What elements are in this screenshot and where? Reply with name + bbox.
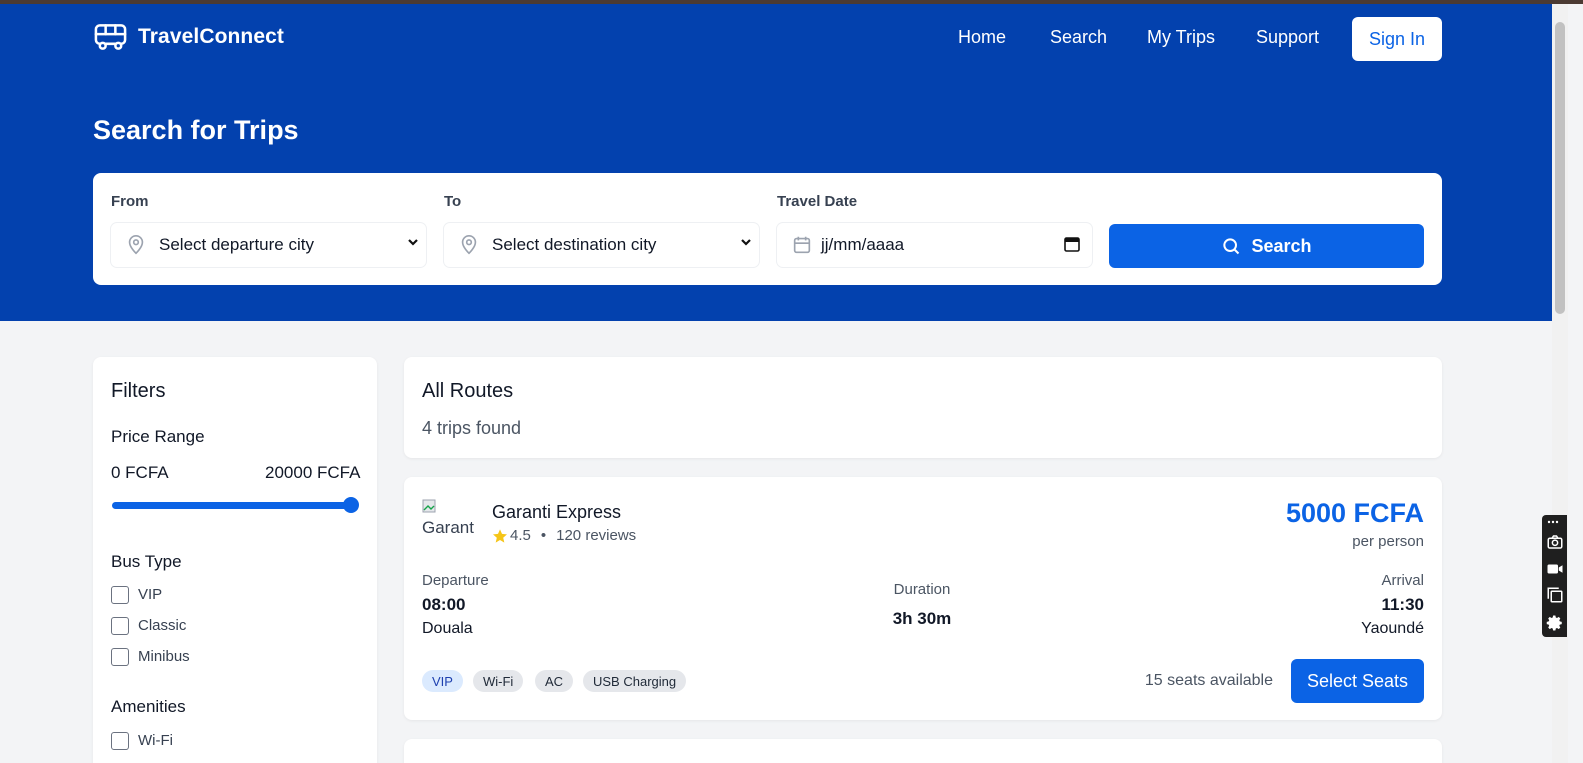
nav-search[interactable]: Search — [1050, 27, 1107, 48]
arrival-label: Arrival — [1381, 572, 1424, 589]
rating-value: 4.5 — [510, 527, 531, 544]
company-logo-alt: Garant — [422, 518, 474, 537]
brand-name: TravelConnect — [138, 25, 285, 48]
checkbox-minibus-label: Minibus — [138, 648, 190, 665]
reviews-count: 120 reviews — [556, 527, 637, 544]
bus-type-label: Bus Type — [111, 552, 182, 571]
calendar-picker-icon[interactable] — [1064, 236, 1080, 252]
gear-icon[interactable] — [1546, 614, 1564, 632]
badge-wifi: Wi-Fi — [473, 670, 524, 692]
nav-home[interactable]: Home — [958, 27, 1006, 48]
brand-logo[interactable]: TravelConnect — [93, 22, 284, 52]
video-icon[interactable] — [1546, 560, 1564, 578]
departure-city: Douala — [422, 620, 473, 637]
scrollbar-thumb[interactable] — [1555, 22, 1565, 314]
duration-label: Duration — [893, 581, 951, 598]
badge-vip: VIP — [422, 670, 463, 692]
from-select[interactable]: Select departure city — [111, 223, 426, 267]
arrival-time: 11:30 — [1381, 595, 1424, 614]
trips-count: 4 trips found — [422, 418, 522, 438]
nav-my-trips[interactable]: My Trips — [1147, 27, 1215, 48]
price-slider-handle[interactable] — [343, 497, 359, 513]
sign-in-button[interactable]: Sign In — [1352, 17, 1442, 61]
star-icon — [493, 528, 507, 543]
checkbox-wifi-label: Wi-Fi — [138, 732, 173, 749]
from-value: Select departure city — [159, 235, 314, 254]
trip-card — [404, 739, 1442, 763]
checkbox-classic-label: Classic — [138, 617, 187, 634]
bus-icon — [94, 24, 127, 50]
to-value: Select destination city — [492, 235, 657, 254]
location-pin-icon — [461, 235, 477, 255]
to-select[interactable]: Select destination city — [444, 223, 759, 267]
to-label: To — [444, 193, 462, 210]
rating-row: 4.5 • 120 reviews — [492, 527, 636, 544]
chevron-down-icon — [408, 239, 418, 246]
more-icon[interactable] — [1546, 517, 1560, 527]
price-min: 0 FCFA — [111, 463, 169, 482]
routes-summary — [404, 357, 1442, 458]
chevron-down-icon — [741, 239, 751, 246]
checkbox-vip[interactable] — [111, 586, 129, 604]
search-button[interactable]: Search — [1109, 224, 1424, 268]
checkbox-minibus[interactable] — [111, 648, 129, 666]
price-slider-track[interactable] — [112, 502, 352, 509]
copy-window-icon[interactable] — [1546, 586, 1564, 604]
page-title: Search for Trips — [93, 115, 299, 145]
location-pin-icon — [128, 235, 144, 255]
price-per: per person — [1352, 533, 1424, 550]
separator-dot: • — [540, 527, 547, 544]
arrival-city: Yaoundé — [1361, 620, 1424, 637]
badge-ac: AC — [535, 670, 574, 692]
date-label: Travel Date — [777, 193, 858, 210]
floating-toolbar — [1542, 515, 1567, 637]
price-range-label: Price Range — [111, 427, 205, 446]
date-input[interactable]: jj/mm/aaaa — [777, 223, 1092, 267]
search-icon — [1223, 238, 1240, 255]
page-scrollbar[interactable] — [1552, 4, 1568, 763]
calendar-icon — [793, 236, 811, 254]
checkbox-vip-label: VIP — [138, 586, 163, 603]
routes-title: All Routes — [422, 380, 514, 402]
search-button-label: Search — [1251, 235, 1312, 256]
duration-value: 3h 30m — [892, 609, 952, 628]
price-max: 20000 FCFA — [265, 463, 361, 482]
checkbox-classic[interactable] — [111, 617, 129, 635]
departure-label: Departure — [422, 572, 489, 589]
trip-price: 5000 FCFA — [1285, 498, 1424, 528]
date-placeholder: jj/mm/aaaa — [821, 235, 905, 254]
select-seats-button[interactable]: Select Seats — [1291, 659, 1424, 703]
nav-support[interactable]: Support — [1256, 27, 1319, 48]
camera-icon[interactable] — [1546, 533, 1564, 551]
departure-time: 08:00 — [422, 595, 466, 614]
company-name: Garanti Express — [492, 502, 622, 522]
company-logo: Garant — [422, 497, 482, 541]
filters-title: Filters — [111, 380, 166, 402]
broken-image-icon — [422, 499, 436, 513]
amenities-label: Amenities — [111, 697, 186, 716]
checkbox-wifi[interactable] — [111, 732, 129, 750]
seats-available: 15 seats available — [1144, 672, 1273, 689]
from-label: From — [111, 193, 149, 210]
badge-usb-charging: USB Charging — [583, 670, 687, 692]
